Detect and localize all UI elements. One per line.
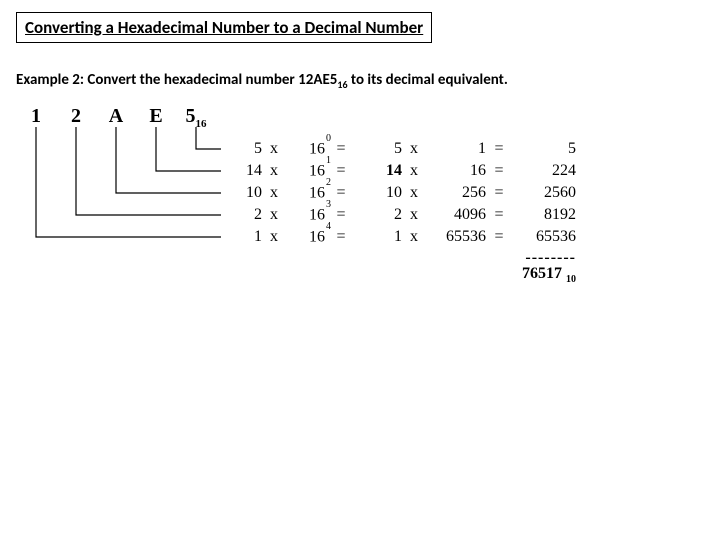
sum-divider: -------- bbox=[226, 249, 576, 265]
row1-eq1: = bbox=[330, 162, 352, 180]
row2-power-exp: 2 bbox=[326, 177, 331, 188]
example-text-prefix: Example 2: Convert the hexadecimal numbe… bbox=[16, 71, 337, 89]
calc-row-4: 1 x 164 = 1 x 65536 = 65536 bbox=[226, 227, 576, 249]
row0-times1: x bbox=[262, 140, 286, 158]
row4-digit: 1 bbox=[226, 228, 262, 246]
row2-mult: 10 bbox=[352, 184, 402, 202]
page-title: Converting a Hexadecimal Number to a Dec… bbox=[16, 12, 432, 43]
row4-result: 65536 bbox=[512, 228, 576, 246]
row1-times2: x bbox=[402, 162, 426, 180]
sum-value: 76517 bbox=[522, 265, 562, 282]
row1-placeval: 16 bbox=[426, 162, 486, 180]
row4-eq2: = bbox=[486, 228, 512, 246]
row3-digit: 2 bbox=[226, 206, 262, 224]
row1-eq2: = bbox=[486, 162, 512, 180]
sum-subscript: 10 bbox=[566, 274, 576, 285]
row4-times2: x bbox=[402, 228, 426, 246]
row3-power: 163 bbox=[286, 205, 330, 224]
example-subscript: 16 bbox=[337, 78, 347, 91]
row2-result: 2560 bbox=[512, 184, 576, 202]
row0-digit: 5 bbox=[226, 140, 262, 158]
row0-placeval: 1 bbox=[426, 140, 486, 158]
row3-times1: x bbox=[262, 206, 286, 224]
sum-value-wrap: 76517 10 bbox=[226, 265, 576, 283]
sum-row: 76517 10 bbox=[226, 265, 576, 287]
row0-power-base: 16 bbox=[309, 140, 325, 157]
row2-eq1: = bbox=[330, 184, 352, 202]
row3-times2: x bbox=[402, 206, 426, 224]
row1-power-base: 16 bbox=[309, 162, 325, 179]
row0-eq2: = bbox=[486, 140, 512, 158]
row0-result: 5 bbox=[512, 140, 576, 158]
bracket-lines bbox=[16, 127, 226, 287]
row2-power-base: 16 bbox=[309, 184, 325, 201]
calc-row-1: 14 x 161 = 14 x 16 = 224 bbox=[226, 161, 576, 183]
row4-power-exp: 4 bbox=[326, 221, 331, 232]
row0-mult: 5 bbox=[352, 140, 402, 158]
row3-power-exp: 3 bbox=[326, 199, 331, 210]
calc-row-0: 5 x 160 = 5 x 1 = 5 bbox=[226, 139, 576, 161]
row1-digit: 14 bbox=[226, 162, 262, 180]
row3-result: 8192 bbox=[512, 206, 576, 224]
row4-times1: x bbox=[262, 228, 286, 246]
example-text-suffix: to its decimal equivalent. bbox=[348, 71, 508, 89]
row2-placeval: 256 bbox=[426, 184, 486, 202]
row2-eq2: = bbox=[486, 184, 512, 202]
row2-power: 162 bbox=[286, 183, 330, 202]
row2-times1: x bbox=[262, 184, 286, 202]
row1-mult: 14 bbox=[352, 162, 402, 180]
row2-digit: 10 bbox=[226, 184, 262, 202]
row1-power-exp: 1 bbox=[326, 155, 331, 166]
row3-placeval: 4096 bbox=[426, 206, 486, 224]
row0-power: 160 bbox=[286, 139, 330, 158]
example-prompt: Example 2: Convert the hexadecimal numbe… bbox=[16, 71, 704, 91]
calc-rows: 5 x 160 = 5 x 1 = 5 14 x 161 = 14 x 16 =… bbox=[226, 139, 576, 287]
row0-times2: x bbox=[402, 140, 426, 158]
row4-mult: 1 bbox=[352, 228, 402, 246]
row4-power: 164 bbox=[286, 227, 330, 246]
row1-times1: x bbox=[262, 162, 286, 180]
calc-row-2: 10 x 162 = 10 x 256 = 2560 bbox=[226, 183, 576, 205]
row1-power: 161 bbox=[286, 161, 330, 180]
hex-digit-5-value: 5 bbox=[186, 105, 196, 127]
calc-row-3: 2 x 163 = 2 x 4096 = 8192 bbox=[226, 205, 576, 227]
row0-eq1: = bbox=[330, 140, 352, 158]
conversion-diagram: 1 2 A E 516 5 x 160 = 5 x 1 = 5 14 bbox=[16, 105, 704, 325]
row2-times2: x bbox=[402, 184, 426, 202]
row4-power-base: 16 bbox=[309, 228, 325, 245]
row3-power-base: 16 bbox=[309, 206, 325, 223]
row1-result: 224 bbox=[512, 162, 576, 180]
row4-eq1: = bbox=[330, 228, 352, 246]
row3-eq2: = bbox=[486, 206, 512, 224]
row3-mult: 2 bbox=[352, 206, 402, 224]
row3-eq1: = bbox=[330, 206, 352, 224]
row0-power-exp: 0 bbox=[326, 133, 331, 144]
row4-placeval: 65536 bbox=[426, 228, 486, 246]
